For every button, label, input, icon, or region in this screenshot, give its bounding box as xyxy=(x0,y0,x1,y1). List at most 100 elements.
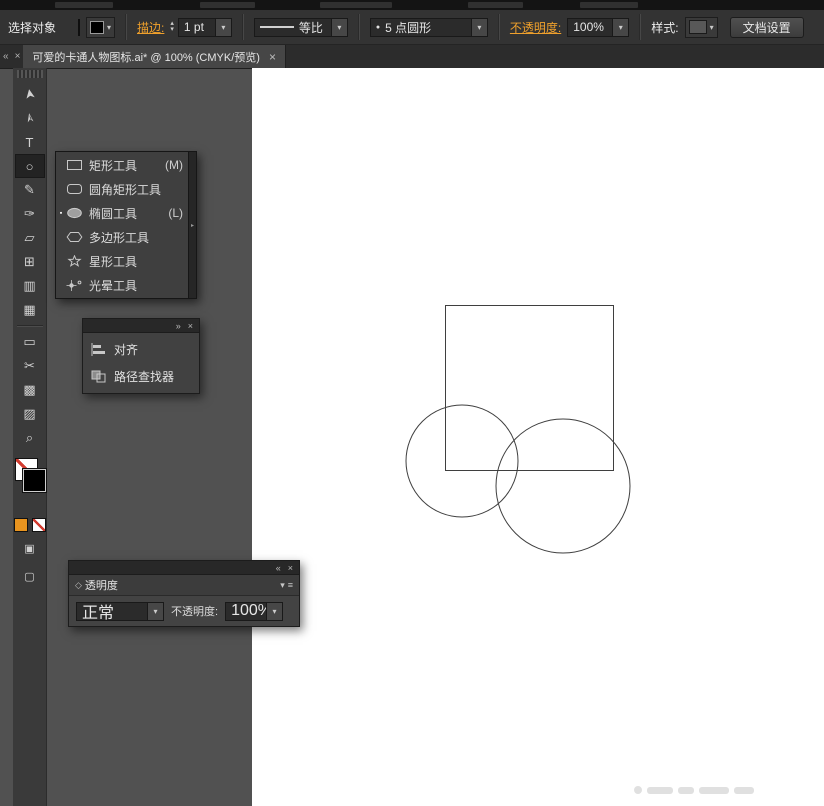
opacity-panel-link[interactable]: 不透明度: xyxy=(510,19,561,36)
separator xyxy=(357,14,360,40)
chevron-down-icon: ▾ xyxy=(470,18,487,36)
arrow-right-icon: ▸ xyxy=(190,222,194,229)
menubar-fragment xyxy=(580,2,638,8)
flyout-item-shortcut: (M) xyxy=(165,158,183,172)
right-circle-path[interactable] xyxy=(495,418,631,554)
flyout-item-label: 光晕工具 xyxy=(89,278,138,293)
shape-tools-flyout: 矩形工具 (M) 圆角矩形工具 ▪ 椭圆工具 (L) 多边形工具 星形工具 光晕… xyxy=(55,151,197,299)
color-swatch-none[interactable] xyxy=(31,518,46,532)
direct-selection-tool[interactable]: ➣ xyxy=(15,101,44,135)
opacity-dropdown[interactable]: 100% ▾ xyxy=(567,17,630,37)
stroke-color-dropdown[interactable]: ▾ xyxy=(86,16,116,38)
close-icon[interactable]: × xyxy=(188,321,193,331)
expand-icon[interactable]: » xyxy=(176,321,181,331)
color-swatch-orange[interactable] xyxy=(13,518,28,532)
align-panel-tab[interactable]: 对齐 xyxy=(83,336,199,363)
flyout-item-label: 圆角矩形工具 xyxy=(89,182,162,197)
transparency-panel-title: 透明度 xyxy=(84,580,118,592)
shape-tools-list: 矩形工具 (M) 圆角矩形工具 ▪ 椭圆工具 (L) 多边形工具 星形工具 光晕… xyxy=(56,152,188,298)
stroke-weight-stepper[interactable]: ▴ ▾ xyxy=(170,20,174,33)
flyout-item-star-tool[interactable]: 星形工具 xyxy=(56,249,188,273)
stroke-panel-link[interactable]: 描边: xyxy=(137,19,164,36)
flyout-item-flare-tool[interactable]: 光晕工具 xyxy=(56,273,188,297)
selected-marker: ▪ xyxy=(59,209,63,217)
panel-header: » × xyxy=(83,319,199,333)
width-profile-dropdown[interactable]: 等比 ▾ xyxy=(253,17,348,37)
blend-mode-dropdown[interactable]: 正常 ▾ xyxy=(76,601,164,622)
brush-definition-dropdown[interactable]: ● 5 点圆形 ▾ xyxy=(369,17,488,37)
draw-mode-button[interactable]: ▣ xyxy=(15,536,45,560)
align-pathfinder-panel: » × 对齐 路径查找器 xyxy=(82,318,200,394)
polygon-icon xyxy=(66,232,83,242)
flyout-item-ellipse-tool[interactable]: ▪ 椭圆工具 (L) xyxy=(56,201,188,225)
document-setup-button[interactable]: 文档设置 xyxy=(729,16,804,38)
app-menubar xyxy=(0,0,824,10)
screen-mode-button[interactable]: ▢ xyxy=(15,564,45,588)
transparency-opacity-dropdown[interactable]: 100% ▾ xyxy=(225,601,284,621)
flyout-item-label: 多边形工具 xyxy=(89,230,150,245)
close-icon[interactable]: × xyxy=(288,563,293,573)
artboard-tool[interactable]: ▭ xyxy=(15,330,45,354)
transparency-panel-tab[interactable]: ◇ 透明度 ▾ ≡ xyxy=(69,575,299,596)
perspective-grid-tool[interactable]: ▦ xyxy=(15,298,45,322)
separator xyxy=(241,14,244,40)
shape-builder-tool[interactable]: ⊞ xyxy=(15,250,45,274)
chevron-down-icon: ▾ xyxy=(266,602,283,620)
pathfinder-panel-label: 路径查找器 xyxy=(114,370,175,384)
stroke-swatch-black[interactable] xyxy=(22,469,46,492)
chevron-down-icon: ▾ xyxy=(280,579,285,590)
collapse-icon[interactable]: « xyxy=(276,563,281,573)
dock-close-icon[interactable]: × xyxy=(12,45,24,68)
pencil-tool[interactable]: ✎ xyxy=(15,178,45,202)
quick-color-row xyxy=(13,518,46,532)
flyout-item-rectangle-tool[interactable]: 矩形工具 (M) xyxy=(56,153,188,177)
artboard-canvas[interactable] xyxy=(252,68,824,806)
ellipse-tool[interactable]: ○ xyxy=(14,154,45,178)
style-label: 样式: xyxy=(651,20,679,35)
type-tool[interactable]: T xyxy=(15,130,45,154)
panel-cycle-icon[interactable]: ◇ xyxy=(75,580,82,591)
style-dropdown[interactable]: ▾ xyxy=(684,16,718,38)
chevron-down-icon: ▾ xyxy=(330,18,347,36)
slice-tool[interactable]: ✂ xyxy=(15,354,45,378)
stroke-weight-dropdown[interactable]: 1 pt ▾ xyxy=(177,17,232,37)
stroke-color-swatch xyxy=(90,20,105,34)
free-transform-tool[interactable]: ▱ xyxy=(15,226,45,250)
flyout-item-label: 椭圆工具 xyxy=(89,206,138,221)
star-icon xyxy=(67,255,82,267)
toolbar-divider xyxy=(16,325,43,327)
illustrator-window: 选择对象 ▾ 描边: ▴ ▾ 1 pt ▾ 等比 ▾ ● 5 点圆形 ▾ 不透明… xyxy=(0,0,824,806)
rounded-rectangle-icon xyxy=(67,184,82,194)
menubar-fragment xyxy=(200,2,255,8)
align-panel-label: 对齐 xyxy=(114,343,139,357)
paintbrush-tool[interactable]: ✑ xyxy=(15,202,45,226)
dock-collapse-icon[interactable]: « xyxy=(0,45,12,68)
tab-close-icon[interactable]: × xyxy=(269,50,276,64)
pathfinder-panel-tab[interactable]: 路径查找器 xyxy=(83,363,199,390)
document-tab[interactable]: 可爱的卡通人物图标.ai* @ 100% (CMYK/预览) × xyxy=(23,45,286,68)
flyout-item-polygon-tool[interactable]: 多边形工具 xyxy=(56,225,188,249)
panel-menu-button[interactable]: ▾ ≡ xyxy=(280,580,293,591)
separator xyxy=(125,14,128,40)
gradient-tool[interactable]: ▨ xyxy=(15,402,45,426)
column-graph-tool[interactable]: ▥ xyxy=(15,274,45,298)
chevron-down-icon: ▾ xyxy=(107,22,112,32)
square-path[interactable] xyxy=(445,305,614,471)
stepper-down-icon[interactable]: ▾ xyxy=(170,26,174,33)
ellipse-icon xyxy=(67,207,82,219)
panel-header: « × xyxy=(69,561,299,575)
stroke-profile-preview xyxy=(259,26,294,28)
flyout-item-rounded-rectangle-tool[interactable]: 圆角矩形工具 xyxy=(56,177,188,201)
document-tab-title: 可爱的卡通人物图标.ai* @ 100% (CMYK/预览) xyxy=(32,51,260,64)
mesh-tool[interactable]: ▩ xyxy=(15,378,45,402)
fill-none-swatch[interactable] xyxy=(78,18,81,36)
stroke-weight-value: 1 pt xyxy=(183,20,204,34)
panel-body: 对齐 路径查找器 xyxy=(83,333,199,393)
zoom-tool[interactable]: ⌕ xyxy=(15,426,45,450)
menu-icon: ≡ xyxy=(287,580,293,590)
chevron-down-icon: ▾ xyxy=(709,22,714,32)
flyout-tearoff-strip[interactable]: ▸ xyxy=(188,152,196,298)
flyout-item-shortcut: (L) xyxy=(168,206,183,220)
width-profile-value: 等比 xyxy=(298,20,323,35)
align-icon xyxy=(91,343,105,356)
